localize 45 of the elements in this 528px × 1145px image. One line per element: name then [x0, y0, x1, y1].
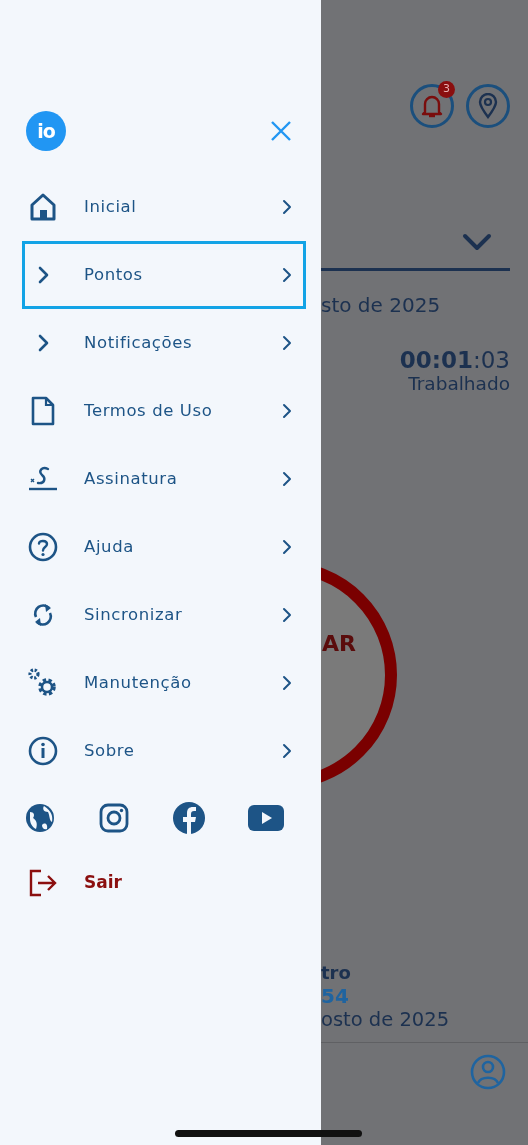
menu-item[interactable]: Manutenção [22, 649, 306, 717]
notification-badge: 3 [438, 81, 455, 98]
app-logo: io [26, 111, 66, 151]
chevron-right-icon [282, 335, 292, 351]
facebook-icon[interactable] [172, 801, 206, 835]
logout-icon [28, 869, 58, 897]
menu-item[interactable]: Notificações [22, 309, 306, 377]
chevron-right-icon [282, 471, 292, 487]
signature-icon [28, 465, 58, 493]
menu-item[interactable]: Assinatura [22, 445, 306, 513]
instagram-icon[interactable] [99, 803, 129, 833]
date-text: sto de 2025 [321, 292, 442, 317]
menu-item[interactable]: Termos de Uso [22, 377, 306, 445]
chevron-right-icon [282, 675, 292, 691]
logout-link[interactable]: Sair [22, 851, 306, 915]
record-time: 54 [321, 983, 350, 1008]
chevron-right-icon [282, 199, 292, 215]
chevron-right-icon [282, 743, 292, 759]
menu-item[interactable]: Ajuda [22, 513, 306, 581]
menu-item[interactable]: Pontos [22, 241, 306, 309]
chevron-right-icon [282, 403, 292, 419]
location-pin-icon [478, 93, 498, 119]
help-icon [28, 532, 58, 562]
menu-item[interactable]: Sincronizar [22, 581, 306, 649]
bell-icon [421, 94, 443, 118]
chevron-right-icon [282, 267, 292, 283]
chevron-down-icon[interactable] [462, 233, 492, 251]
menu-item[interactable]: Inicial [22, 173, 306, 241]
home-icon [30, 193, 56, 221]
video-play-icon[interactable] [248, 805, 284, 831]
record-date: osto de 2025 [321, 1007, 451, 1032]
chevron-right-icon [282, 607, 292, 623]
close-icon[interactable] [270, 120, 292, 142]
document-icon [31, 396, 55, 426]
timer-text: 00:01:03 [398, 346, 511, 373]
gears-icon [27, 667, 59, 699]
globe-icon[interactable] [25, 803, 55, 833]
timer-label: Trabalhado [407, 372, 511, 395]
location-button[interactable] [466, 84, 510, 128]
record-label: tro [321, 961, 352, 984]
menu-item[interactable]: Sobre [22, 717, 306, 785]
button-label: AR [322, 629, 356, 658]
notification-button[interactable]: 3 [410, 84, 454, 128]
chevron-right-icon [282, 539, 292, 555]
info-icon [28, 736, 58, 766]
